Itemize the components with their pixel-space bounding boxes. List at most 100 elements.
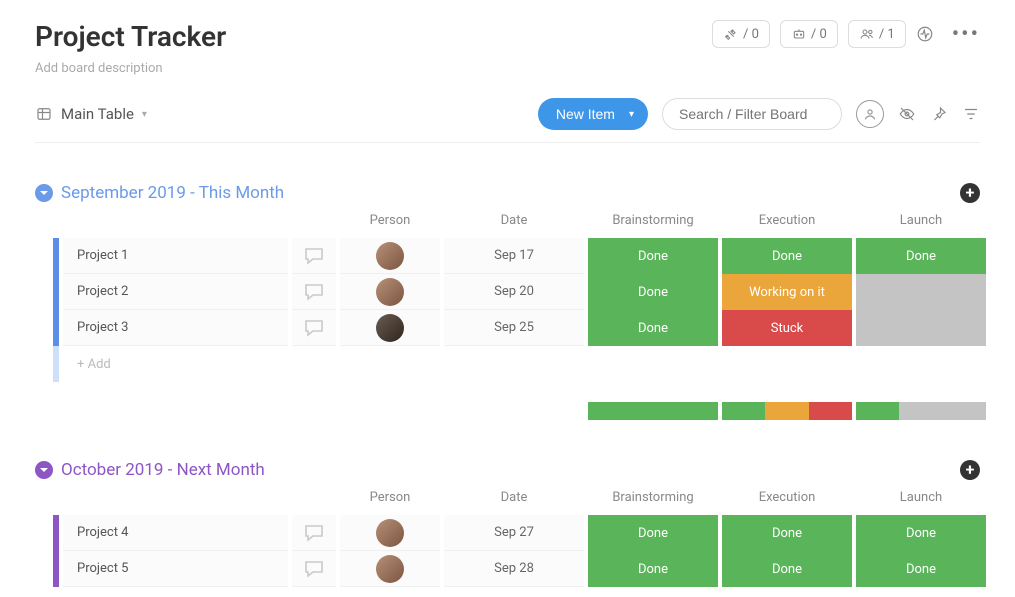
- chat-bubble-icon: [302, 244, 326, 268]
- new-item-label: New Item: [556, 106, 615, 122]
- status-cell[interactable]: Done: [588, 515, 718, 551]
- chevron-down-icon: ▾: [629, 109, 634, 120]
- group-title[interactable]: October 2019 - Next Month: [61, 460, 265, 480]
- column-header[interactable]: Launch: [856, 486, 986, 515]
- person-cell[interactable]: [340, 515, 440, 551]
- user-icon: [862, 106, 878, 122]
- new-item-button[interactable]: New Item ▾: [538, 98, 648, 130]
- chat-bubble-icon: [302, 316, 326, 340]
- column-header[interactable]: Execution: [722, 209, 852, 238]
- table-icon: [35, 105, 53, 123]
- row-accent: [53, 274, 59, 310]
- conversation-button[interactable]: [292, 238, 336, 274]
- status-cell[interactable]: Done: [722, 551, 852, 587]
- members-button[interactable]: / 1: [848, 20, 906, 48]
- date-cell[interactable]: Sep 27: [444, 515, 584, 551]
- group-collapse-toggle[interactable]: [35, 184, 53, 202]
- pin-icon: [930, 105, 948, 123]
- row-accent: [53, 346, 59, 382]
- view-selector[interactable]: Main Table ▾: [35, 105, 147, 123]
- eye-off-icon: [898, 105, 916, 123]
- robot-icon: [791, 26, 807, 42]
- date-cell[interactable]: Sep 17: [444, 238, 584, 274]
- pin-button[interactable]: [930, 105, 948, 123]
- chat-bubble-icon: [302, 521, 326, 545]
- group-title[interactable]: September 2019 - This Month: [61, 183, 284, 203]
- people-icon: [859, 26, 875, 42]
- item-name-cell[interactable]: Project 1: [63, 238, 288, 274]
- integration-2-count: / 0: [811, 27, 827, 42]
- status-cell[interactable]: Done: [856, 515, 986, 551]
- group-collapse-toggle[interactable]: [35, 461, 53, 479]
- date-cell[interactable]: Sep 28: [444, 551, 584, 587]
- filter-icon: [962, 105, 980, 123]
- status-cell[interactable]: [856, 310, 986, 346]
- status-cell[interactable]: Working on it: [722, 274, 852, 310]
- status-cell[interactable]: Done: [588, 310, 718, 346]
- add-item-input[interactable]: + Add: [63, 346, 986, 382]
- members-count: / 1: [879, 27, 895, 42]
- column-header[interactable]: Brainstorming: [588, 209, 718, 238]
- search-input[interactable]: [662, 98, 842, 130]
- filter-button[interactable]: [962, 105, 980, 123]
- person-cell[interactable]: [340, 274, 440, 310]
- conversation-button[interactable]: [292, 551, 336, 587]
- status-summary-bar: [588, 402, 718, 420]
- add-column-button[interactable]: +: [960, 183, 980, 203]
- status-cell[interactable]: Stuck: [722, 310, 852, 346]
- integration-button-1[interactable]: / 0: [712, 20, 770, 48]
- row-accent: [53, 238, 59, 274]
- person-filter-button[interactable]: [856, 100, 884, 128]
- chevron-down-icon: [39, 465, 49, 475]
- avatar: [376, 314, 404, 342]
- board-title[interactable]: Project Tracker: [35, 20, 226, 53]
- chat-bubble-icon: [302, 280, 326, 304]
- chevron-down-icon: ▾: [142, 109, 147, 120]
- activity-button[interactable]: [916, 25, 934, 43]
- board-description-placeholder[interactable]: Add board description: [35, 61, 226, 76]
- status-cell[interactable]: Done: [856, 238, 986, 274]
- conversation-button[interactable]: [292, 310, 336, 346]
- more-options-button[interactable]: •••: [952, 22, 980, 47]
- column-header[interactable]: Date: [444, 209, 584, 238]
- item-name-cell[interactable]: Project 2: [63, 274, 288, 310]
- column-header[interactable]: Launch: [856, 209, 986, 238]
- conversation-button[interactable]: [292, 515, 336, 551]
- add-column-button[interactable]: +: [960, 460, 980, 480]
- item-name-cell[interactable]: Project 4: [63, 515, 288, 551]
- column-header[interactable]: Brainstorming: [588, 486, 718, 515]
- chat-bubble-icon: [302, 557, 326, 581]
- chevron-down-icon: [39, 188, 49, 198]
- status-summary-bar: [722, 402, 852, 420]
- column-header[interactable]: Date: [444, 486, 584, 515]
- plug-icon: [723, 26, 739, 42]
- date-cell[interactable]: Sep 20: [444, 274, 584, 310]
- person-cell[interactable]: [340, 310, 440, 346]
- conversation-button[interactable]: [292, 274, 336, 310]
- status-cell[interactable]: Done: [588, 238, 718, 274]
- column-header[interactable]: Person: [340, 209, 440, 238]
- row-accent: [53, 310, 59, 346]
- integration-button-2[interactable]: / 0: [780, 20, 838, 48]
- item-name-cell[interactable]: Project 3: [63, 310, 288, 346]
- status-cell[interactable]: Done: [588, 274, 718, 310]
- status-cell[interactable]: [856, 274, 986, 310]
- person-cell[interactable]: [340, 551, 440, 587]
- date-cell[interactable]: Sep 25: [444, 310, 584, 346]
- hide-columns-button[interactable]: [898, 105, 916, 123]
- row-accent: [53, 551, 59, 587]
- avatar: [376, 242, 404, 270]
- view-label: Main Table: [61, 105, 134, 123]
- status-cell[interactable]: Done: [722, 515, 852, 551]
- person-cell[interactable]: [340, 238, 440, 274]
- status-summary-bar: [856, 402, 986, 420]
- status-cell[interactable]: Done: [722, 238, 852, 274]
- item-name-cell[interactable]: Project 5: [63, 551, 288, 587]
- avatar: [376, 278, 404, 306]
- integration-1-count: / 0: [743, 27, 759, 42]
- column-header[interactable]: Person: [340, 486, 440, 515]
- row-accent: [53, 515, 59, 551]
- column-header[interactable]: Execution: [722, 486, 852, 515]
- status-cell[interactable]: Done: [588, 551, 718, 587]
- status-cell[interactable]: Done: [856, 551, 986, 587]
